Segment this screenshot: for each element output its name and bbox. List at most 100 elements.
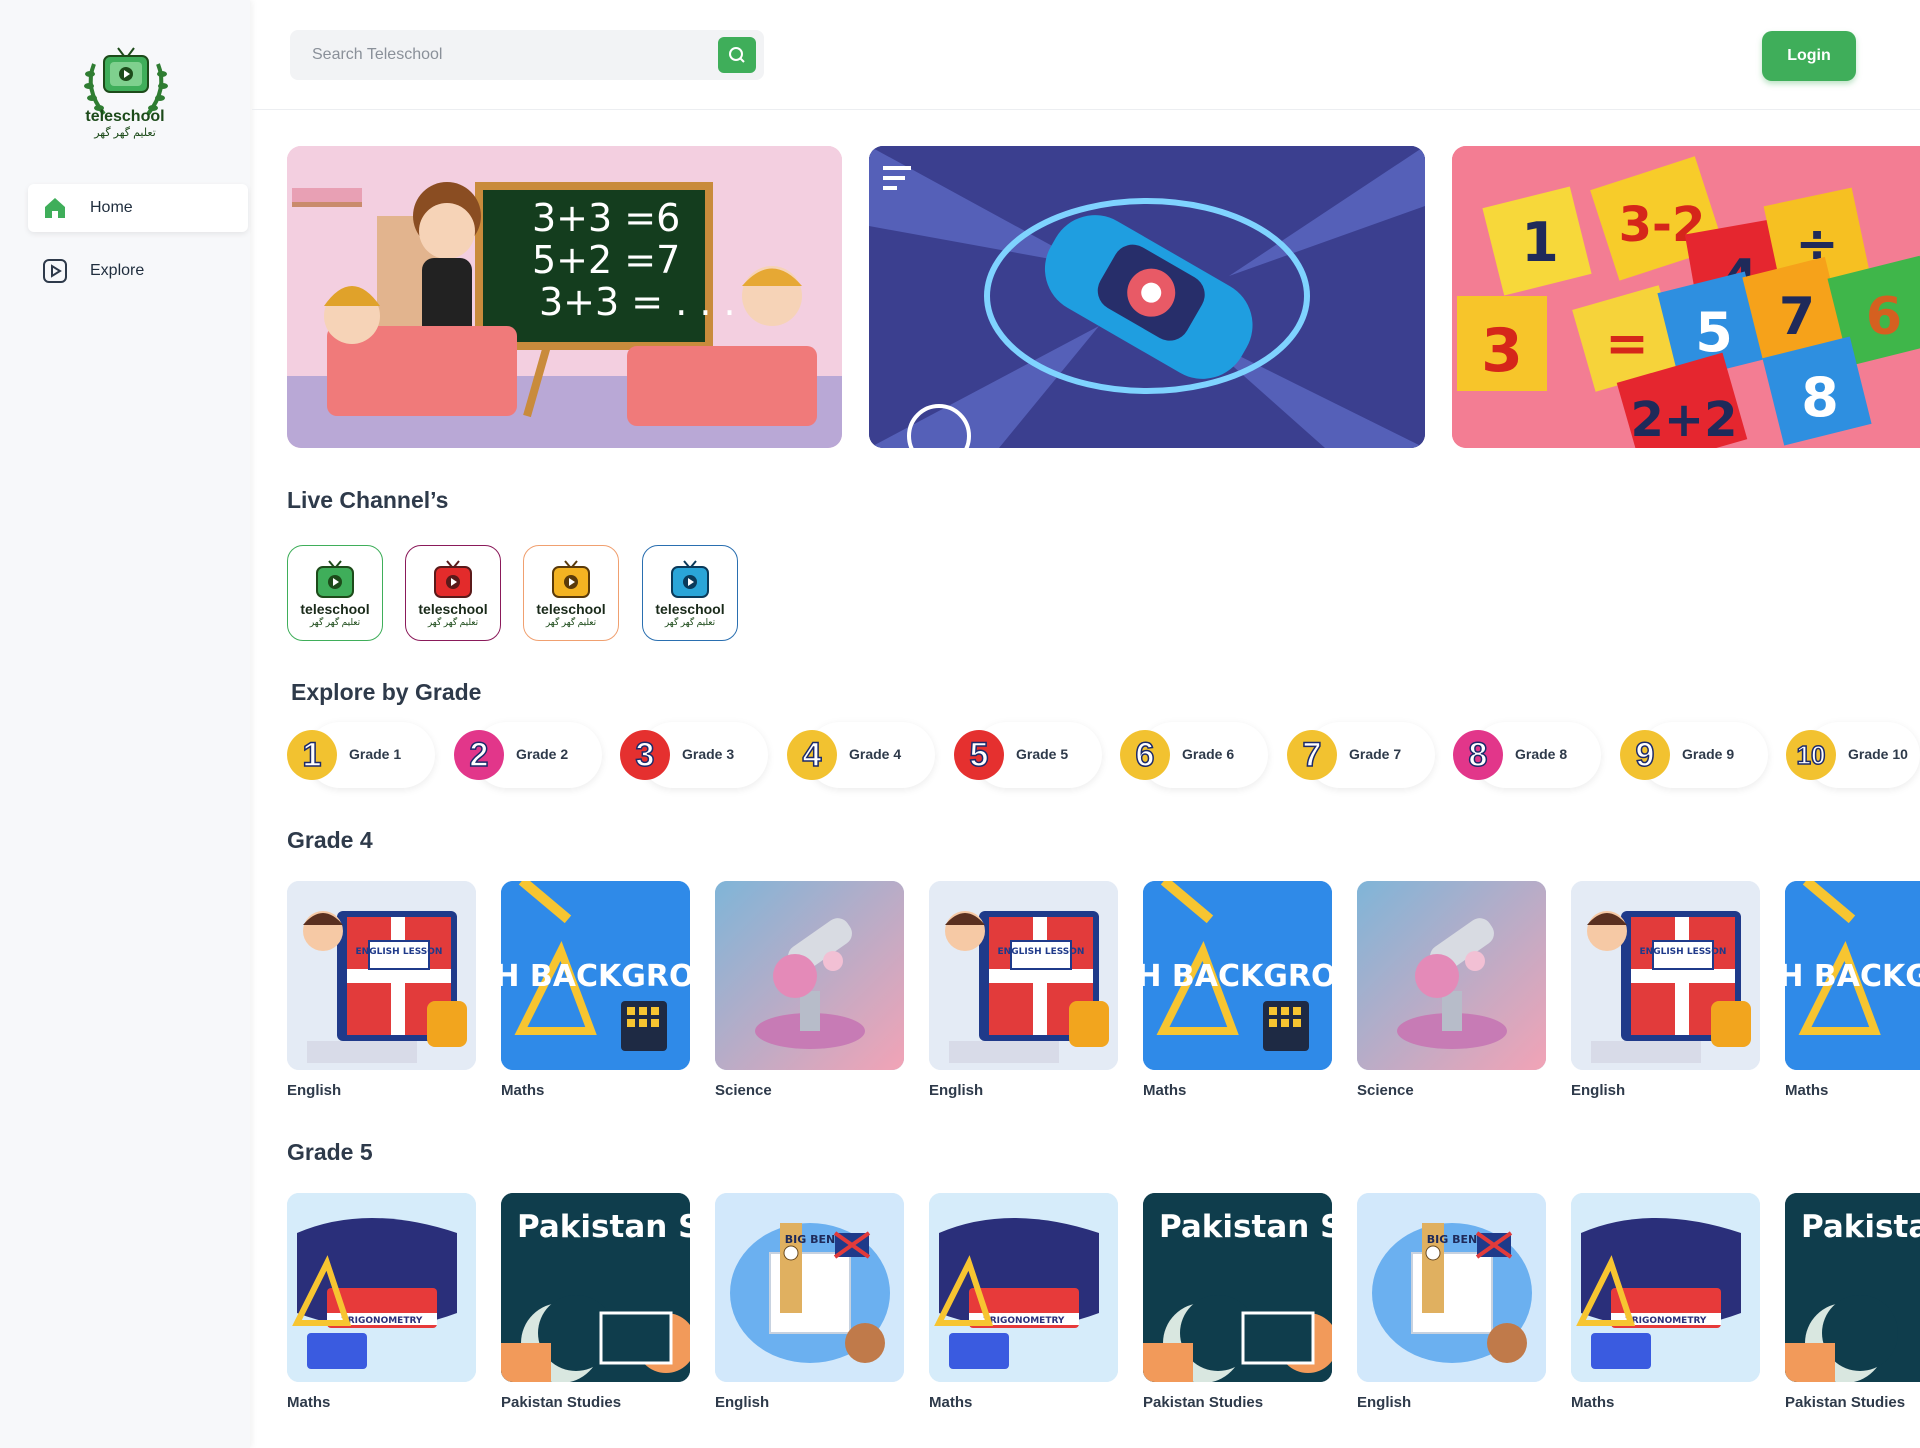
course-card-science[interactable] — [1357, 881, 1546, 1070]
grade-label: Grade 6 — [1182, 746, 1235, 762]
course-label: English — [715, 1394, 770, 1411]
grade-label: Grade 1 — [349, 746, 402, 762]
grade-chip-2[interactable]: 2 Grade 2 — [454, 722, 602, 788]
grade-label: Grade 10 — [1848, 746, 1908, 762]
course-card-pakistan-studies[interactable]: Pakistan Studies — [1785, 1193, 1920, 1382]
course-card-english[interactable]: ENGLISH LESSON — [1571, 881, 1760, 1070]
course-card-english[interactable]: ENGLISH LESSON — [929, 881, 1118, 1070]
channel-tagline: تعلیم گھر گھر — [427, 616, 479, 627]
grade-number-icon: 8 — [1453, 730, 1503, 780]
channel-name: teleschool — [655, 600, 725, 617]
grade-chip-8[interactable]: 8 Grade 8 — [1453, 722, 1601, 788]
board-line-3: 3+3 = . . . — [539, 280, 736, 324]
channel-card-2[interactable]: teleschool تعلیم گھر گھر — [405, 545, 501, 641]
channel-card-3[interactable]: teleschool تعلیم گھر گھر — [523, 545, 619, 641]
channel-card-4[interactable]: teleschool تعلیم گھر گھر — [642, 545, 738, 641]
trigonometry-text: TRIGONOMETRY — [1626, 1316, 1707, 1326]
sidebar-item-label: Explore — [90, 262, 145, 279]
grade-label: Grade 5 — [1016, 746, 1069, 762]
pakistan-studies-text: Pakistan Studies — [1159, 1209, 1332, 1245]
sidebar-item-explore[interactable]: Explore — [28, 247, 248, 295]
course-label: Maths — [287, 1394, 331, 1411]
big-ben-art: BIG BEN — [715, 1193, 904, 1382]
channel-name: teleschool — [300, 600, 370, 617]
course-label: Pakistan Studies — [1143, 1394, 1264, 1411]
channel-name: teleschool — [418, 600, 488, 617]
grade-chip-6[interactable]: 6 Grade 6 — [1120, 722, 1268, 788]
block-7: 7 — [1779, 287, 1815, 347]
brand-tagline: تعلیم گھر گھر — [94, 127, 156, 139]
course-label: Science — [715, 1082, 772, 1099]
grade-chip-5[interactable]: 5 Grade 5 — [954, 722, 1102, 788]
course-card-maths[interactable]: TRIGONOMETRY — [929, 1193, 1118, 1382]
big-ben-text: BIG BEN — [1427, 1233, 1477, 1246]
search-button[interactable] — [718, 37, 756, 73]
explore-by-grade-title: Explore by Grade — [291, 679, 482, 705]
banner-racing-car[interactable] — [869, 146, 1425, 448]
search-icon — [729, 47, 745, 63]
grade-chip-1[interactable]: 1 Grade 1 — [287, 722, 435, 788]
number-blocks-illustration: 1 3-2 3 4 ÷ = 5 7 6 8 2+2 — [1452, 146, 1920, 448]
grade-number-icon: 5 — [954, 730, 1004, 780]
course-label: English — [1357, 1394, 1412, 1411]
sidebar-item-home[interactable]: Home — [28, 184, 248, 232]
course-card-english[interactable]: ENGLISH LESSON — [287, 881, 476, 1070]
course-card-science[interactable] — [715, 881, 904, 1070]
classroom-illustration: 3+3 =6 5+2 =7 3+3 = . . . — [287, 146, 842, 448]
block-8: 8 — [1801, 366, 1839, 429]
math-background-art: MATH BACKGROUND — [1785, 881, 1920, 1070]
course-card-maths[interactable]: MATH BACKGROUND — [1785, 881, 1920, 1070]
course-label: Pakistan Studies — [1785, 1394, 1906, 1411]
board-line-2: 5+2 =7 — [532, 238, 680, 282]
channel-card-1[interactable]: teleschool تعلیم گھر گھر — [287, 545, 383, 641]
course-label: Maths — [501, 1082, 545, 1099]
course-label: Maths — [1571, 1394, 1615, 1411]
course-card-english[interactable]: BIG BEN — [1357, 1193, 1546, 1382]
grade-label: Grade 4 — [849, 746, 902, 762]
math-background-text: MATH BACKGROUND — [1143, 959, 1332, 994]
grade-chip-3[interactable]: 3 Grade 3 — [620, 722, 768, 788]
grade-number-icon: 4 — [787, 730, 837, 780]
live-channels-title: Live Channel’s — [287, 487, 449, 513]
course-card-maths[interactable]: TRIGONOMETRY — [1571, 1193, 1760, 1382]
grade-chip-9[interactable]: 9 Grade 9 — [1620, 722, 1768, 788]
sidebar-item-label: Home — [90, 199, 133, 216]
big-ben-text: BIG BEN — [785, 1233, 835, 1246]
banner-number-blocks[interactable]: 1 3-2 3 4 ÷ = 5 7 6 8 2+2 — [1452, 146, 1920, 448]
course-card-maths[interactable]: TRIGONOMETRY — [287, 1193, 476, 1382]
racing-car-illustration — [869, 146, 1425, 448]
grade-label: Grade 9 — [1682, 746, 1735, 762]
trigonometry-art: TRIGONOMETRY — [929, 1193, 1118, 1382]
pakistan-studies-art: Pakistan Studies — [501, 1193, 690, 1382]
search-input[interactable] — [290, 30, 710, 80]
grade-label: Grade 8 — [1515, 746, 1568, 762]
channel-name: teleschool — [536, 600, 606, 617]
course-card-maths[interactable]: MATH BACKGROUND — [1143, 881, 1332, 1070]
tv-icon — [671, 559, 709, 598]
banner-classroom[interactable]: 3+3 =6 5+2 =7 3+3 = . . . — [287, 146, 842, 448]
math-background-art: MATH BACKGROUND — [501, 881, 690, 1070]
grade-chip-10[interactable]: 10 Grade 10 — [1786, 722, 1920, 788]
block-1: 1 — [1521, 211, 1559, 274]
course-label: Maths — [929, 1394, 973, 1411]
block-equals: = — [1605, 314, 1649, 374]
grade-label: Grade 7 — [1349, 746, 1402, 762]
course-card-pakistan-studies[interactable]: Pakistan Studies — [501, 1193, 690, 1382]
grade-chip-7[interactable]: 7 Grade 7 — [1287, 722, 1435, 788]
login-button[interactable]: Login — [1762, 31, 1856, 81]
microscope-art — [715, 881, 904, 1070]
block-3: 3 — [1481, 316, 1523, 386]
grade-number-icon: 10 — [1786, 730, 1836, 780]
course-card-pakistan-studies[interactable]: Pakistan Studies — [1143, 1193, 1332, 1382]
english-lesson-text: ENGLISH LESSON — [1640, 947, 1727, 957]
home-icon — [42, 195, 68, 221]
grade-label: Grade 2 — [516, 746, 569, 762]
english-lesson-art: ENGLISH LESSON — [1571, 881, 1760, 1070]
course-card-english[interactable]: BIG BEN — [715, 1193, 904, 1382]
grade-number-icon: 2 — [454, 730, 504, 780]
math-background-text: MATH BACKGROUND — [1785, 959, 1920, 994]
english-lesson-text: ENGLISH LESSON — [356, 947, 443, 957]
trigonometry-text: TRIGONOMETRY — [342, 1316, 423, 1326]
grade-chip-4[interactable]: 4 Grade 4 — [787, 722, 935, 788]
course-card-maths[interactable]: MATH BACKGROUND — [501, 881, 690, 1070]
